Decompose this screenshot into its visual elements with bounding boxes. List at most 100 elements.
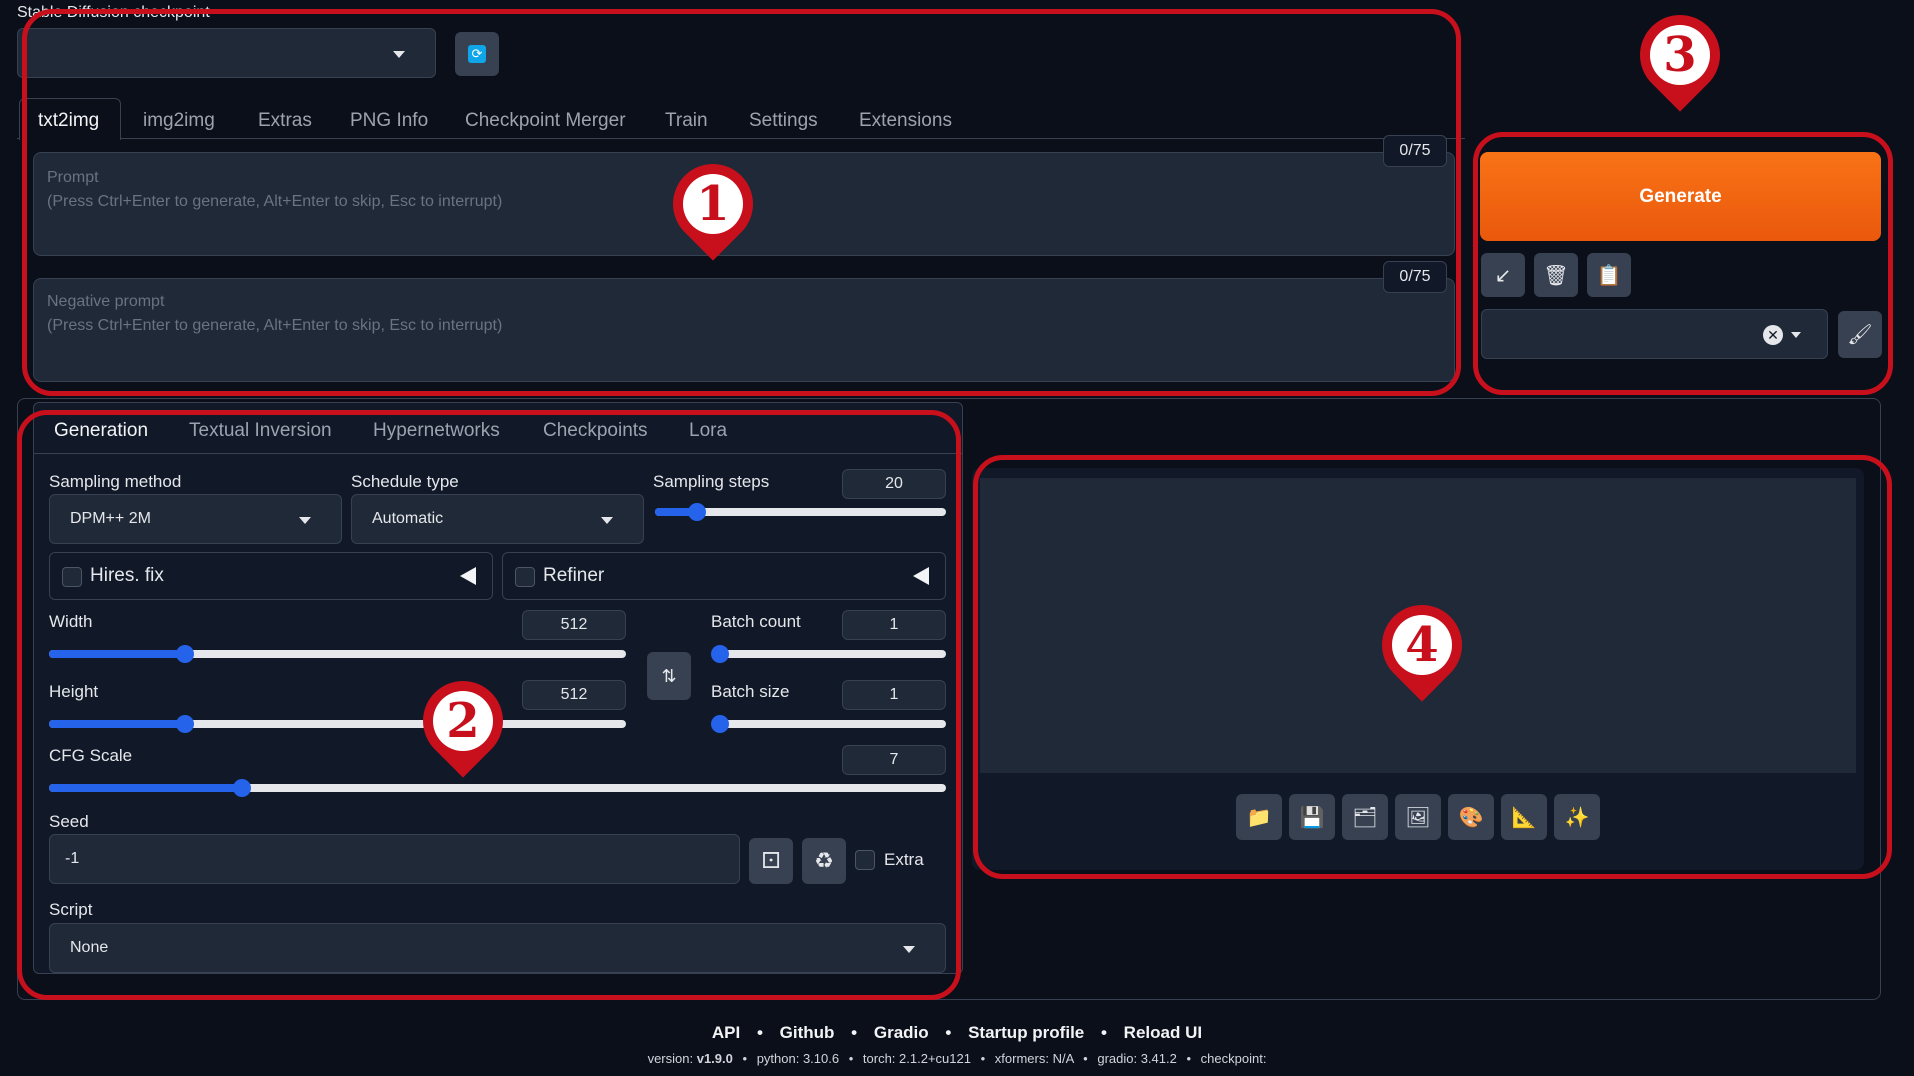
cfg-scale-slider[interactable] <box>49 779 946 797</box>
tab-generation[interactable]: Generation <box>54 420 148 442</box>
footer-separator: • <box>742 1051 748 1066</box>
tab-textual-inversion[interactable]: Textual Inversion <box>189 420 332 442</box>
sampling-steps-input[interactable]: 20 <box>842 469 946 499</box>
clipboard-icon: 📋 <box>1596 264 1622 287</box>
slider-thumb[interactable] <box>233 779 251 797</box>
hires-fix-label: Hires. fix <box>90 565 164 586</box>
extra-seed-label: Extra <box>884 850 924 869</box>
batch-count-input[interactable]: 1 <box>842 610 946 640</box>
tab-checkpoint-merger[interactable]: Checkpoint Merger <box>465 110 626 132</box>
collapse-arrow-icon[interactable] <box>460 567 476 585</box>
refresh-icon: ⟳ <box>468 45 486 63</box>
picture-icon: 🖼 <box>1405 806 1431 829</box>
refiner-label: Refiner <box>543 565 605 586</box>
apply-styles-button[interactable]: 📋 <box>1587 253 1631 297</box>
chevron-down-icon <box>601 517 613 524</box>
tab-img2img[interactable]: img2img <box>143 110 215 132</box>
tab-lora[interactable]: Lora <box>689 420 727 442</box>
refiner-checkbox[interactable] <box>515 567 535 587</box>
footer-separator: • <box>945 1023 952 1042</box>
footer-separator: • <box>1100 1023 1107 1042</box>
slider-thumb[interactable] <box>176 715 194 733</box>
tab-txt2img[interactable]: txt2img <box>38 110 99 132</box>
seed-value: -1 <box>65 850 80 867</box>
batch-size-input[interactable]: 1 <box>842 680 946 710</box>
negative-prompt-textarea[interactable]: Negative prompt (Press Ctrl+Enter to gen… <box>33 278 1455 382</box>
generate-button[interactable]: Generate <box>1480 152 1881 241</box>
footer-link-reload-ui[interactable]: Reload UI <box>1124 1023 1202 1042</box>
edit-styles-button[interactable]: 🖌 <box>1838 311 1882 358</box>
tab-png-info[interactable]: PNG Info <box>350 110 428 132</box>
width-label: Width <box>49 612 93 631</box>
refiner-accordion[interactable]: Refiner <box>502 552 946 600</box>
checkpoint-dropdown[interactable] <box>17 28 436 78</box>
script-label: Script <box>49 900 93 919</box>
tab-checkpoints[interactable]: Checkpoints <box>543 420 648 442</box>
dice-icon: ⚀ <box>761 848 781 873</box>
cfg-scale-input[interactable]: 7 <box>842 745 946 775</box>
width-slider[interactable] <box>49 645 626 663</box>
reuse-seed-button[interactable]: ♻ <box>802 838 846 884</box>
footer-separator: • <box>980 1051 986 1066</box>
upscale-button[interactable]: ✨ <box>1554 794 1600 840</box>
schedule-type-label: Schedule type <box>351 472 459 491</box>
tab-extensions[interactable]: Extensions <box>859 110 952 132</box>
width-input[interactable]: 512 <box>522 610 626 640</box>
footer-link-gradio[interactable]: Gradio <box>874 1023 929 1042</box>
tab-train[interactable]: Train <box>665 110 708 132</box>
tab-extras[interactable]: Extras <box>258 110 312 132</box>
extra-seed-checkbox[interactable] <box>855 850 875 870</box>
schedule-type-dropdown[interactable]: Automatic <box>351 494 644 544</box>
swap-dimensions-button[interactable]: ⇅ <box>647 652 691 700</box>
footer-link-github[interactable]: Github <box>780 1023 835 1042</box>
python-version: python: 3.10.6 <box>756 1051 840 1066</box>
script-value: None <box>70 939 109 956</box>
footer-separator: • <box>851 1023 858 1042</box>
clear-prompt-button[interactable]: 🗑 <box>1534 253 1578 297</box>
collapse-arrow-icon[interactable] <box>913 567 929 585</box>
save-button[interactable]: 💾 <box>1289 794 1335 840</box>
send-to-inpaint-button[interactable]: 🎨 <box>1448 794 1494 840</box>
sampling-method-value: DPM++ 2M <box>70 510 151 527</box>
sampling-method-dropdown[interactable]: DPM++ 2M <box>49 494 342 544</box>
hires-fix-accordion[interactable]: Hires. fix <box>49 552 493 600</box>
hires-fix-checkbox[interactable] <box>62 567 82 587</box>
marker-number: 3 <box>1663 26 1697 83</box>
gradio-version: gradio: 3.41.2 <box>1097 1051 1177 1066</box>
recycle-icon: ♻ <box>814 848 834 873</box>
slider-thumb[interactable] <box>688 503 706 521</box>
random-seed-button[interactable]: ⚀ <box>749 838 793 884</box>
cfg-scale-label: CFG Scale <box>49 746 133 765</box>
send-to-extras-button[interactable]: 📐 <box>1501 794 1547 840</box>
slider-thumb[interactable] <box>711 645 729 663</box>
footer-links: API • Github • Gradio • Startup profile … <box>0 1023 1914 1043</box>
tab-settings[interactable]: Settings <box>749 110 818 132</box>
styles-dropdown[interactable]: ✕ <box>1481 309 1828 359</box>
footer-link-startup-profile[interactable]: Startup profile <box>968 1023 1084 1042</box>
schedule-type-value: Automatic <box>372 510 444 527</box>
seed-input[interactable]: -1 <box>49 834 740 884</box>
version-label: version: <box>647 1051 694 1066</box>
read-params-button[interactable]: ↙ <box>1481 253 1525 297</box>
script-dropdown[interactable]: None <box>49 923 946 973</box>
close-icon[interactable]: ✕ <box>1763 325 1783 345</box>
zip-button[interactable]: 🗂 <box>1342 794 1388 840</box>
version-value: v1.9.0 <box>696 1051 733 1066</box>
height-input[interactable]: 512 <box>522 680 626 710</box>
height-slider[interactable] <box>49 715 626 733</box>
batch-size-slider[interactable] <box>711 715 946 733</box>
negative-prompt-label: Negative prompt <box>47 293 165 310</box>
footer-link-api[interactable]: API <box>712 1023 740 1042</box>
chevron-down-icon <box>1791 332 1801 338</box>
refresh-button[interactable]: ⟳ <box>455 32 499 76</box>
send-to-img2img-button[interactable]: 🖼 <box>1395 794 1441 840</box>
tab-hypernetworks[interactable]: Hypernetworks <box>373 420 500 442</box>
slider-thumb[interactable] <box>711 715 729 733</box>
slider-thumb[interactable] <box>176 645 194 663</box>
checkpoint-hash: checkpoint: <box>1200 1051 1267 1066</box>
triangle-ruler-icon: 📐 <box>1511 806 1537 829</box>
sampling-steps-slider[interactable] <box>655 503 946 521</box>
batch-count-slider[interactable] <box>711 645 946 663</box>
batch-count-label: Batch count <box>711 612 801 631</box>
open-folder-button[interactable]: 📁 <box>1236 794 1282 840</box>
